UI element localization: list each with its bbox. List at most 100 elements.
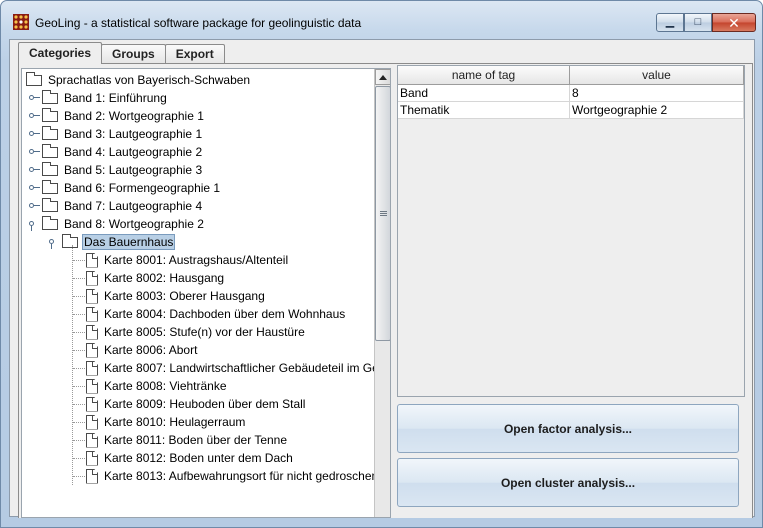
collapse-handle-icon[interactable]	[48, 236, 60, 249]
tree-band-node[interactable]: Band 2: Wortgeographie 1	[28, 107, 206, 125]
tree-connector-line	[73, 476, 85, 477]
tree-node-label: Band 3: Lautgeographie 1	[64, 127, 203, 141]
tree-scrollbar[interactable]	[374, 69, 390, 517]
tree-connector-line	[73, 386, 85, 387]
table-cell: 8	[570, 85, 744, 102]
folder-icon	[42, 197, 58, 212]
tree-map-node[interactable]: Karte 8003: Oberer Hausgang	[86, 287, 267, 305]
folder-icon	[42, 107, 58, 122]
tag-table[interactable]: name of tag value Band 8 Thematik Wortge…	[397, 65, 745, 397]
tree-map-node[interactable]: Karte 8002: Hausgang	[86, 269, 226, 287]
tree-map-node[interactable]: Karte 8008: Viehtränke	[86, 377, 229, 395]
collapse-handle-icon[interactable]	[28, 218, 40, 231]
tree-node-label: Karte 8008: Viehtränke	[104, 379, 227, 393]
tree-node-label: Karte 8003: Oberer Hausgang	[104, 289, 265, 303]
caption-buttons: ▁ □ ✕	[656, 13, 756, 32]
tree-map-node[interactable]: Karte 8005: Stufe(n) vor der Haustüre	[86, 323, 307, 341]
document-icon	[86, 396, 98, 412]
tree-band-node[interactable]: Band 8: Wortgeographie 2	[28, 215, 206, 233]
tree-band-node[interactable]: Band 4: Lautgeographie 2	[28, 143, 204, 161]
tree-node-label: Karte 8011: Boden über der Tenne	[104, 433, 288, 447]
tree-band-node[interactable]: Band 7: Lautgeographie 4	[28, 197, 204, 215]
category-tree-frame: Sprachatlas von Bayerisch-Schwaben Band 1…	[21, 68, 391, 518]
grip-line	[380, 215, 387, 216]
tree-connector-line	[73, 440, 85, 441]
tree-node-label: Band 8: Wortgeographie 2	[64, 217, 204, 231]
folder-icon	[42, 89, 58, 104]
grip-line	[380, 211, 387, 212]
tree-map-node[interactable]: Karte 8009: Heuboden über dem Stall	[86, 395, 307, 413]
tab-groups[interactable]: Groups	[101, 44, 166, 64]
tree-node-label: Band 4: Lautgeographie 2	[64, 145, 203, 159]
tree-node-label: Band 6: Formengeographie 1	[64, 181, 221, 195]
expand-handle-icon[interactable]	[28, 200, 40, 212]
scroll-up-button[interactable]	[375, 69, 390, 85]
categories-panel: Sprachatlas von Bayerisch-Schwaben Band 1…	[18, 63, 753, 518]
table-row[interactable]: Band 8	[398, 85, 744, 102]
expand-handle-icon[interactable]	[28, 164, 40, 176]
tree-band-node[interactable]: Band 6: Formengeographie 1	[28, 179, 222, 197]
tab-categories[interactable]: Categories	[18, 42, 103, 64]
tree-node-label: Karte 8004: Dachboden über dem Wohnhaus	[104, 307, 346, 321]
tree-connector-line	[73, 332, 85, 333]
tree-map-node[interactable]: Karte 8012: Boden unter dem Dach	[86, 449, 295, 467]
tree-node-label: Karte 8005: Stufe(n) vor der Haustüre	[104, 325, 305, 339]
document-icon	[86, 288, 98, 304]
expand-handle-icon[interactable]	[28, 110, 40, 122]
tree-connector-line	[73, 260, 85, 261]
tree-band-node[interactable]: Band 5: Lautgeographie 3	[28, 161, 204, 179]
tree-root-node[interactable]: Sprachatlas von Bayerisch-Schwaben	[26, 71, 252, 89]
tree-node-label: Karte 8001: Austragshaus/Altenteil	[104, 253, 289, 267]
expand-handle-icon[interactable]	[28, 128, 40, 140]
grip-line	[380, 213, 387, 214]
document-icon	[86, 432, 98, 448]
close-button[interactable]: ✕	[712, 13, 756, 32]
tree-map-node[interactable]: Karte 8013: Aufbewahrungsort für nicht g…	[86, 467, 375, 485]
tree-node-label: Band 1: Einführung	[64, 91, 167, 105]
tree-node-label: Band 5: Lautgeographie 3	[64, 163, 203, 177]
expand-handle-icon[interactable]	[28, 182, 40, 194]
tree-connector-line	[73, 458, 85, 459]
tab-export[interactable]: Export	[164, 44, 225, 64]
column-header-value[interactable]: value	[570, 66, 744, 85]
tree-node-label: Band 2: Wortgeographie 1	[64, 109, 204, 123]
table-cell: Wortgeographie 2	[570, 102, 744, 119]
tree-map-node[interactable]: Karte 8011: Boden über der Tenne	[86, 431, 289, 449]
tree-band-node[interactable]: Band 3: Lautgeographie 1	[28, 125, 204, 143]
title-bar[interactable]: GeoLing - a statistical software package…	[1, 1, 762, 35]
document-icon	[86, 306, 98, 322]
document-icon	[86, 360, 98, 376]
document-icon	[86, 324, 98, 340]
client-area: Categories Groups Export Sprachatlas von…	[9, 39, 755, 518]
folder-icon	[42, 161, 58, 176]
category-tree[interactable]: Sprachatlas von Bayerisch-Schwaben Band 1…	[22, 69, 375, 517]
open-factor-analysis-button[interactable]: Open factor analysis...	[397, 404, 739, 453]
open-cluster-analysis-button[interactable]: Open cluster analysis...	[397, 458, 739, 507]
window-title: GeoLing - a statistical software package…	[35, 16, 362, 30]
table-cell: Band	[398, 85, 570, 102]
tree-band-node[interactable]: Band 1: Einführung	[28, 89, 169, 107]
folder-icon	[42, 215, 58, 230]
tree-map-node[interactable]: Karte 8010: Heulagerraum	[86, 413, 247, 431]
maximize-icon: □	[694, 16, 702, 28]
tree-map-node[interactable]: Karte 8007: Landwirtschaftlicher Gebäude…	[86, 359, 375, 377]
expand-handle-icon[interactable]	[28, 146, 40, 158]
tree-map-node[interactable]: Karte 8001: Austragshaus/Altenteil	[86, 251, 290, 269]
tree-node-label: Karte 8010: Heulagerraum	[104, 415, 246, 429]
close-icon: ✕	[728, 14, 740, 31]
tree-node-label: Karte 8007: Landwirtschaftlicher Gebäude…	[104, 361, 375, 375]
tree-node-label: Sprachatlas von Bayerisch-Schwaben	[48, 73, 251, 87]
expand-handle-icon[interactable]	[28, 92, 40, 104]
folder-icon	[62, 233, 78, 248]
maximize-button[interactable]: □	[684, 13, 712, 32]
tree-map-node[interactable]: Karte 8006: Abort	[86, 341, 199, 359]
tree-subfolder-node[interactable]: Das Bauernhaus	[48, 233, 176, 251]
table-row[interactable]: Thematik Wortgeographie 2	[398, 102, 744, 119]
document-icon	[86, 342, 98, 358]
column-header-name-of-tag[interactable]: name of tag	[398, 66, 570, 85]
tree-node-label: Karte 8013: Aufbewahrungsort für nicht g…	[104, 469, 375, 483]
minimize-button[interactable]: ▁	[656, 13, 684, 32]
tree-connector-line	[73, 422, 85, 423]
tree-map-node[interactable]: Karte 8004: Dachboden über dem Wohnhaus	[86, 305, 347, 323]
scroll-thumb[interactable]	[375, 86, 390, 341]
